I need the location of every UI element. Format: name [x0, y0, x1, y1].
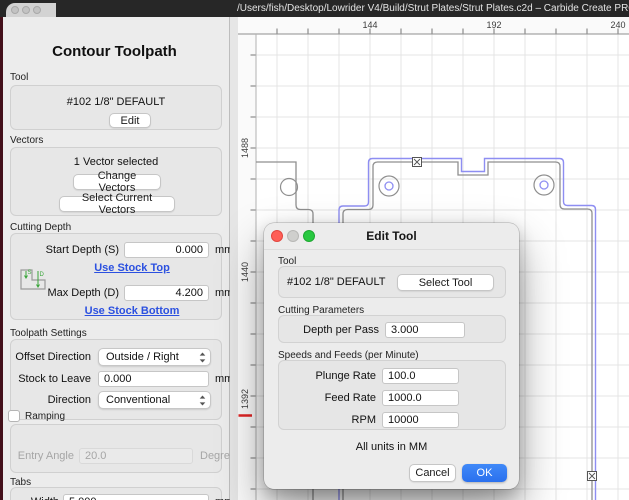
- app-window: /Users/fish/Desktop/Lowrider V4/Build/St…: [0, 0, 629, 500]
- svg-text:D: D: [40, 272, 45, 278]
- ruler-label-left: 1488: [240, 138, 250, 158]
- select-current-vectors-button[interactable]: Select Current Vectors: [59, 196, 175, 212]
- direction-label: Direction: [11, 394, 91, 406]
- tabs-group: Width mm Height mm: [10, 487, 222, 500]
- edit-tool-button[interactable]: Edit: [109, 113, 151, 128]
- feed-rate-label: Feed Rate: [279, 392, 376, 404]
- dialog-tool-group: #102 1/8" DEFAULT Select Tool: [278, 266, 506, 298]
- dialog-titlebar[interactable]: Edit Tool: [264, 223, 519, 250]
- plunge-rate-label: Plunge Rate: [279, 370, 376, 382]
- use-stock-top-link[interactable]: Use Stock Top: [51, 262, 213, 274]
- offset-direction-label: Offset Direction: [11, 351, 91, 363]
- minimize-window-icon[interactable]: [22, 6, 30, 14]
- hole-toolpath-circle[interactable]: [540, 181, 548, 189]
- rpm-input[interactable]: [382, 412, 459, 428]
- ruler-top: [238, 17, 629, 34]
- window-titlebar: /Users/fish/Desktop/Lowrider V4/Build/St…: [0, 0, 629, 17]
- toolpath-settings-section-label: Toolpath Settings: [10, 328, 87, 339]
- select-tool-button[interactable]: Select Tool: [397, 274, 494, 291]
- dialog-title: Edit Tool: [264, 223, 519, 249]
- ramping-checkbox[interactable]: [8, 410, 20, 422]
- ruler-label-top: 240: [610, 20, 625, 30]
- depth-per-pass-input[interactable]: [385, 322, 465, 338]
- hole-circle[interactable]: [534, 175, 554, 195]
- tab-width-label: Width: [11, 496, 59, 500]
- window-controls: [6, 3, 56, 17]
- edit-tool-dialog: Edit Tool Tool #102 1/8" DEFAULT Select …: [264, 223, 519, 489]
- tool-section-label: Tool: [10, 72, 28, 83]
- stock-to-leave-label: Stock to Leave: [11, 373, 91, 385]
- cutting-depth-group: Start Depth (S) mm Use Stock Top S D Max…: [10, 233, 222, 320]
- ruler-label-left: 1440: [240, 262, 250, 282]
- entry-angle-input[interactable]: [79, 448, 193, 464]
- zoom-window-icon[interactable]: [33, 6, 41, 14]
- start-depth-input[interactable]: [124, 242, 209, 258]
- selection-marker-icon[interactable]: [588, 472, 597, 481]
- max-depth-label: Max Depth (D): [11, 287, 119, 299]
- entry-angle-label: Entry Angle: [11, 450, 74, 462]
- feed-rate-input[interactable]: [382, 390, 459, 406]
- tab-width-input[interactable]: [63, 494, 209, 500]
- start-depth-label: Start Depth (S): [11, 244, 119, 256]
- vector-selection-status: 1 Vector selected: [11, 156, 221, 168]
- ramping-section-label: Ramping: [25, 411, 65, 422]
- plunge-rate-input[interactable]: [382, 368, 459, 384]
- hole-circle[interactable]: [281, 179, 298, 196]
- vectors-section-label: Vectors: [10, 135, 43, 146]
- close-window-icon[interactable]: [11, 6, 19, 14]
- rpm-label: RPM: [279, 414, 376, 426]
- toolpath-settings-group: Offset Direction Outside / Right Stock t…: [10, 339, 222, 420]
- depth-per-pass-label: Depth per Pass: [279, 324, 379, 336]
- contour-toolpath-panel: Contour Toolpath Tool #102 1/8" DEFAULT …: [0, 17, 230, 500]
- ruler-label-left: 1392: [240, 389, 250, 409]
- speeds-feeds-group: Plunge Rate Feed Rate RPM: [278, 360, 506, 430]
- use-stock-bottom-link[interactable]: Use Stock Bottom: [51, 305, 213, 317]
- panel-splitter[interactable]: [230, 17, 238, 500]
- vectors-group: 1 Vector selected Change Vectors Select …: [10, 147, 222, 216]
- tool-name: #102 1/8" DEFAULT: [11, 96, 221, 108]
- direction-select[interactable]: Conventional: [98, 391, 211, 409]
- chevron-up-down-icon: [199, 395, 206, 406]
- cutting-parameters-group: Depth per Pass: [278, 315, 506, 343]
- units-note: All units in MM: [264, 441, 519, 453]
- page-title: Contour Toolpath: [0, 43, 229, 60]
- selection-marker-icon[interactable]: [413, 158, 422, 167]
- change-vectors-button[interactable]: Change Vectors: [73, 174, 161, 190]
- tool-group: #102 1/8" DEFAULT Edit: [10, 85, 222, 130]
- hole-toolpath-circle[interactable]: [385, 182, 393, 190]
- dialog-tool-name: #102 1/8" DEFAULT: [287, 276, 385, 288]
- svg-text:S: S: [28, 270, 32, 276]
- chevron-up-down-icon: [199, 352, 206, 363]
- ok-button[interactable]: OK: [462, 464, 507, 482]
- offset-direction-select[interactable]: Outside / Right: [98, 348, 211, 366]
- cutting-depth-section-label: Cutting Depth: [10, 222, 71, 233]
- ruler-label-top: 144: [362, 20, 377, 30]
- cancel-button[interactable]: Cancel: [409, 464, 456, 482]
- ramping-group: Entry Angle Degrees: [10, 424, 222, 473]
- stock-to-leave-input[interactable]: [98, 371, 209, 387]
- ruler-label-top: 192: [486, 20, 501, 30]
- window-title: /Users/fish/Desktop/Lowrider V4/Build/St…: [237, 3, 629, 14]
- max-depth-input[interactable]: [124, 285, 209, 301]
- desktop-edge: [0, 17, 3, 500]
